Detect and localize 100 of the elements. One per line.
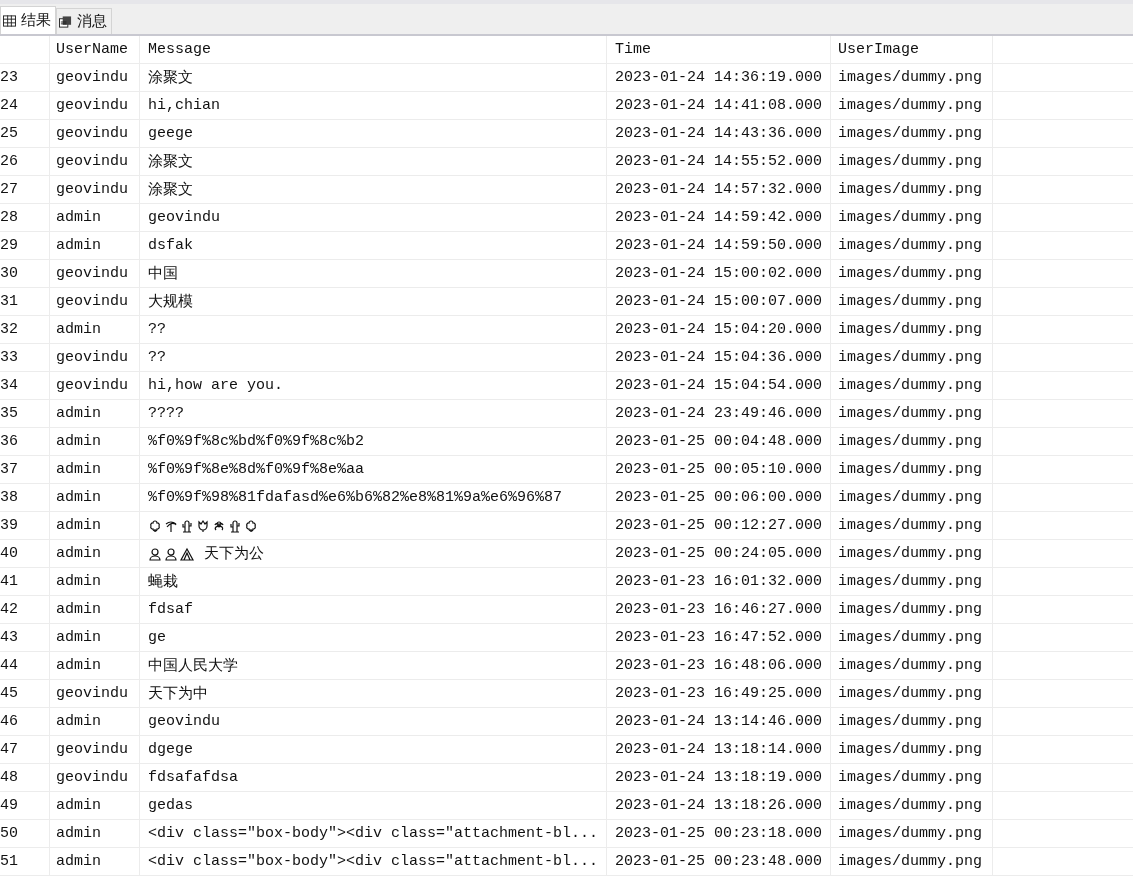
table-cell: hi,chian [148, 97, 220, 114]
row-number: 50 [0, 820, 50, 847]
table-cell: images/dummy.png [831, 596, 993, 623]
table-cell: 中国人民大学 [148, 656, 238, 675]
emoji-icon [196, 518, 210, 533]
table-cell: 2023-01-24 15:04:36.000 [607, 344, 831, 371]
row-number: 43 [0, 624, 50, 651]
table-cell: 2023-01-24 14:41:08.000 [607, 92, 831, 119]
table-cell: images/dummy.png [831, 456, 993, 483]
table-cell: images/dummy.png [831, 652, 993, 679]
table-cell: geovindu [50, 148, 140, 175]
row-number: 41 [0, 568, 50, 595]
row-number: 28 [0, 204, 50, 231]
table-cell: images/dummy.png [831, 568, 993, 595]
table-cell: %f0%9f%98%81fdafasd%e6%b6%82%e8%81%9a%e6%96%87 [148, 489, 563, 506]
table-cell: %f0%9f%8c%bd%f0%9f%8c%b2 [148, 433, 365, 450]
table-cell: 2023-01-24 14:59:42.000 [607, 204, 831, 231]
table-cell: 2023-01-23 16:48:06.000 [607, 652, 831, 679]
table-cell: admin [50, 428, 140, 455]
table-cell: ?? [148, 349, 166, 366]
table-cell: admin [50, 316, 140, 343]
table-cell: 2023-01-25 00:05:10.000 [607, 456, 831, 483]
table-cell: 2023-01-25 00:23:48.000 [607, 848, 831, 875]
table-cell: 天下为公 [204, 544, 264, 563]
emoji-icon [228, 518, 242, 533]
row-number: 37 [0, 456, 50, 483]
emoji-icon [212, 518, 226, 533]
column-header[interactable]: UserName [50, 36, 140, 63]
row-number: 46 [0, 708, 50, 735]
row-number: 35 [0, 400, 50, 427]
table-cell: admin [50, 204, 140, 231]
table-cell: hi,how are you. [148, 377, 284, 394]
table-cell: images/dummy.png [831, 92, 993, 119]
table-cell: images/dummy.png [831, 232, 993, 259]
table-cell: 涂聚文 [148, 68, 193, 87]
table-cell: admin [50, 540, 140, 567]
table-cell: 2023-01-24 14:59:50.000 [607, 232, 831, 259]
table-cell: geovindu [50, 736, 140, 763]
result-tab[interactable]: 结果 [0, 6, 56, 34]
table-cell: images/dummy.png [831, 848, 993, 875]
table-cell: admin [50, 596, 140, 623]
row-number: 44 [0, 652, 50, 679]
table-cell: images/dummy.png [831, 764, 993, 791]
table-cell: <div class="box-body"><div class="attachment-bl... [148, 853, 599, 870]
table-cell: ge [148, 629, 166, 646]
table-cell: geovindu [50, 372, 140, 399]
table-cell: geovindu [50, 288, 140, 315]
table-cell: images/dummy.png [831, 540, 993, 567]
table-cell: images/dummy.png [831, 120, 993, 147]
table-cell: images/dummy.png [831, 820, 993, 847]
table-cell: images/dummy.png [831, 792, 993, 819]
table-cell: 2023-01-24 15:00:07.000 [607, 288, 831, 315]
table-cell: 2023-01-25 00:23:18.000 [607, 820, 831, 847]
row-number: 26 [0, 148, 50, 175]
document-icon [59, 15, 72, 28]
table-cell: 涂聚文 [148, 180, 193, 199]
table-cell: 2023-01-23 16:01:32.000 [607, 568, 831, 595]
column-header[interactable]: Time [607, 36, 831, 63]
table-cell: 2023-01-24 14:43:36.000 [607, 120, 831, 147]
table-cell: 中国 [148, 264, 178, 283]
table-cell: images/dummy.png [831, 708, 993, 735]
table-cell: gedas [148, 797, 193, 814]
emoji-icon [244, 518, 258, 533]
table-cell: geovindu [50, 764, 140, 791]
table-cell: geovindu [50, 64, 140, 91]
row-number: 27 [0, 176, 50, 203]
column-header[interactable]: UserImage [831, 36, 993, 63]
row-number: 34 [0, 372, 50, 399]
row-number: 30 [0, 260, 50, 287]
row-number: 39 [0, 512, 50, 539]
table-cell: 2023-01-23 16:47:52.000 [607, 624, 831, 651]
table-cell: images/dummy.png [831, 288, 993, 315]
table-cell: <div class="box-body"><div class="attachment-bl... [148, 825, 599, 842]
table-cell: geovindu [50, 344, 140, 371]
table-cell: 2023-01-24 14:36:19.000 [607, 64, 831, 91]
table-cell: admin [50, 820, 140, 847]
table-cell: images/dummy.png [831, 736, 993, 763]
emoji-icon [148, 546, 162, 561]
table-cell: 涂聚文 [148, 152, 193, 171]
row-number: 42 [0, 596, 50, 623]
result-tab[interactable]: 消息 [56, 8, 112, 34]
row-number: 47 [0, 736, 50, 763]
table-cell: images/dummy.png [831, 624, 993, 651]
table-cell: admin [50, 400, 140, 427]
row-number: 23 [0, 64, 50, 91]
table-cell: geovindu [50, 176, 140, 203]
emoji-icon [148, 518, 162, 533]
emoji-icon [164, 546, 178, 561]
table-cell: geovindu [50, 260, 140, 287]
row-number: 38 [0, 484, 50, 511]
table-cell: 蝇栽 [148, 572, 178, 591]
table-cell: geovindu [50, 680, 140, 707]
column-header[interactable]: Message [140, 36, 607, 63]
table-cell: 2023-01-23 16:46:27.000 [607, 596, 831, 623]
table-cell: images/dummy.png [831, 316, 993, 343]
emoji-icon [180, 518, 194, 533]
table-cell: dsfak [148, 237, 193, 254]
table-cell: 2023-01-24 15:00:02.000 [607, 260, 831, 287]
table-cell: images/dummy.png [831, 372, 993, 399]
table-cell: images/dummy.png [831, 484, 993, 511]
